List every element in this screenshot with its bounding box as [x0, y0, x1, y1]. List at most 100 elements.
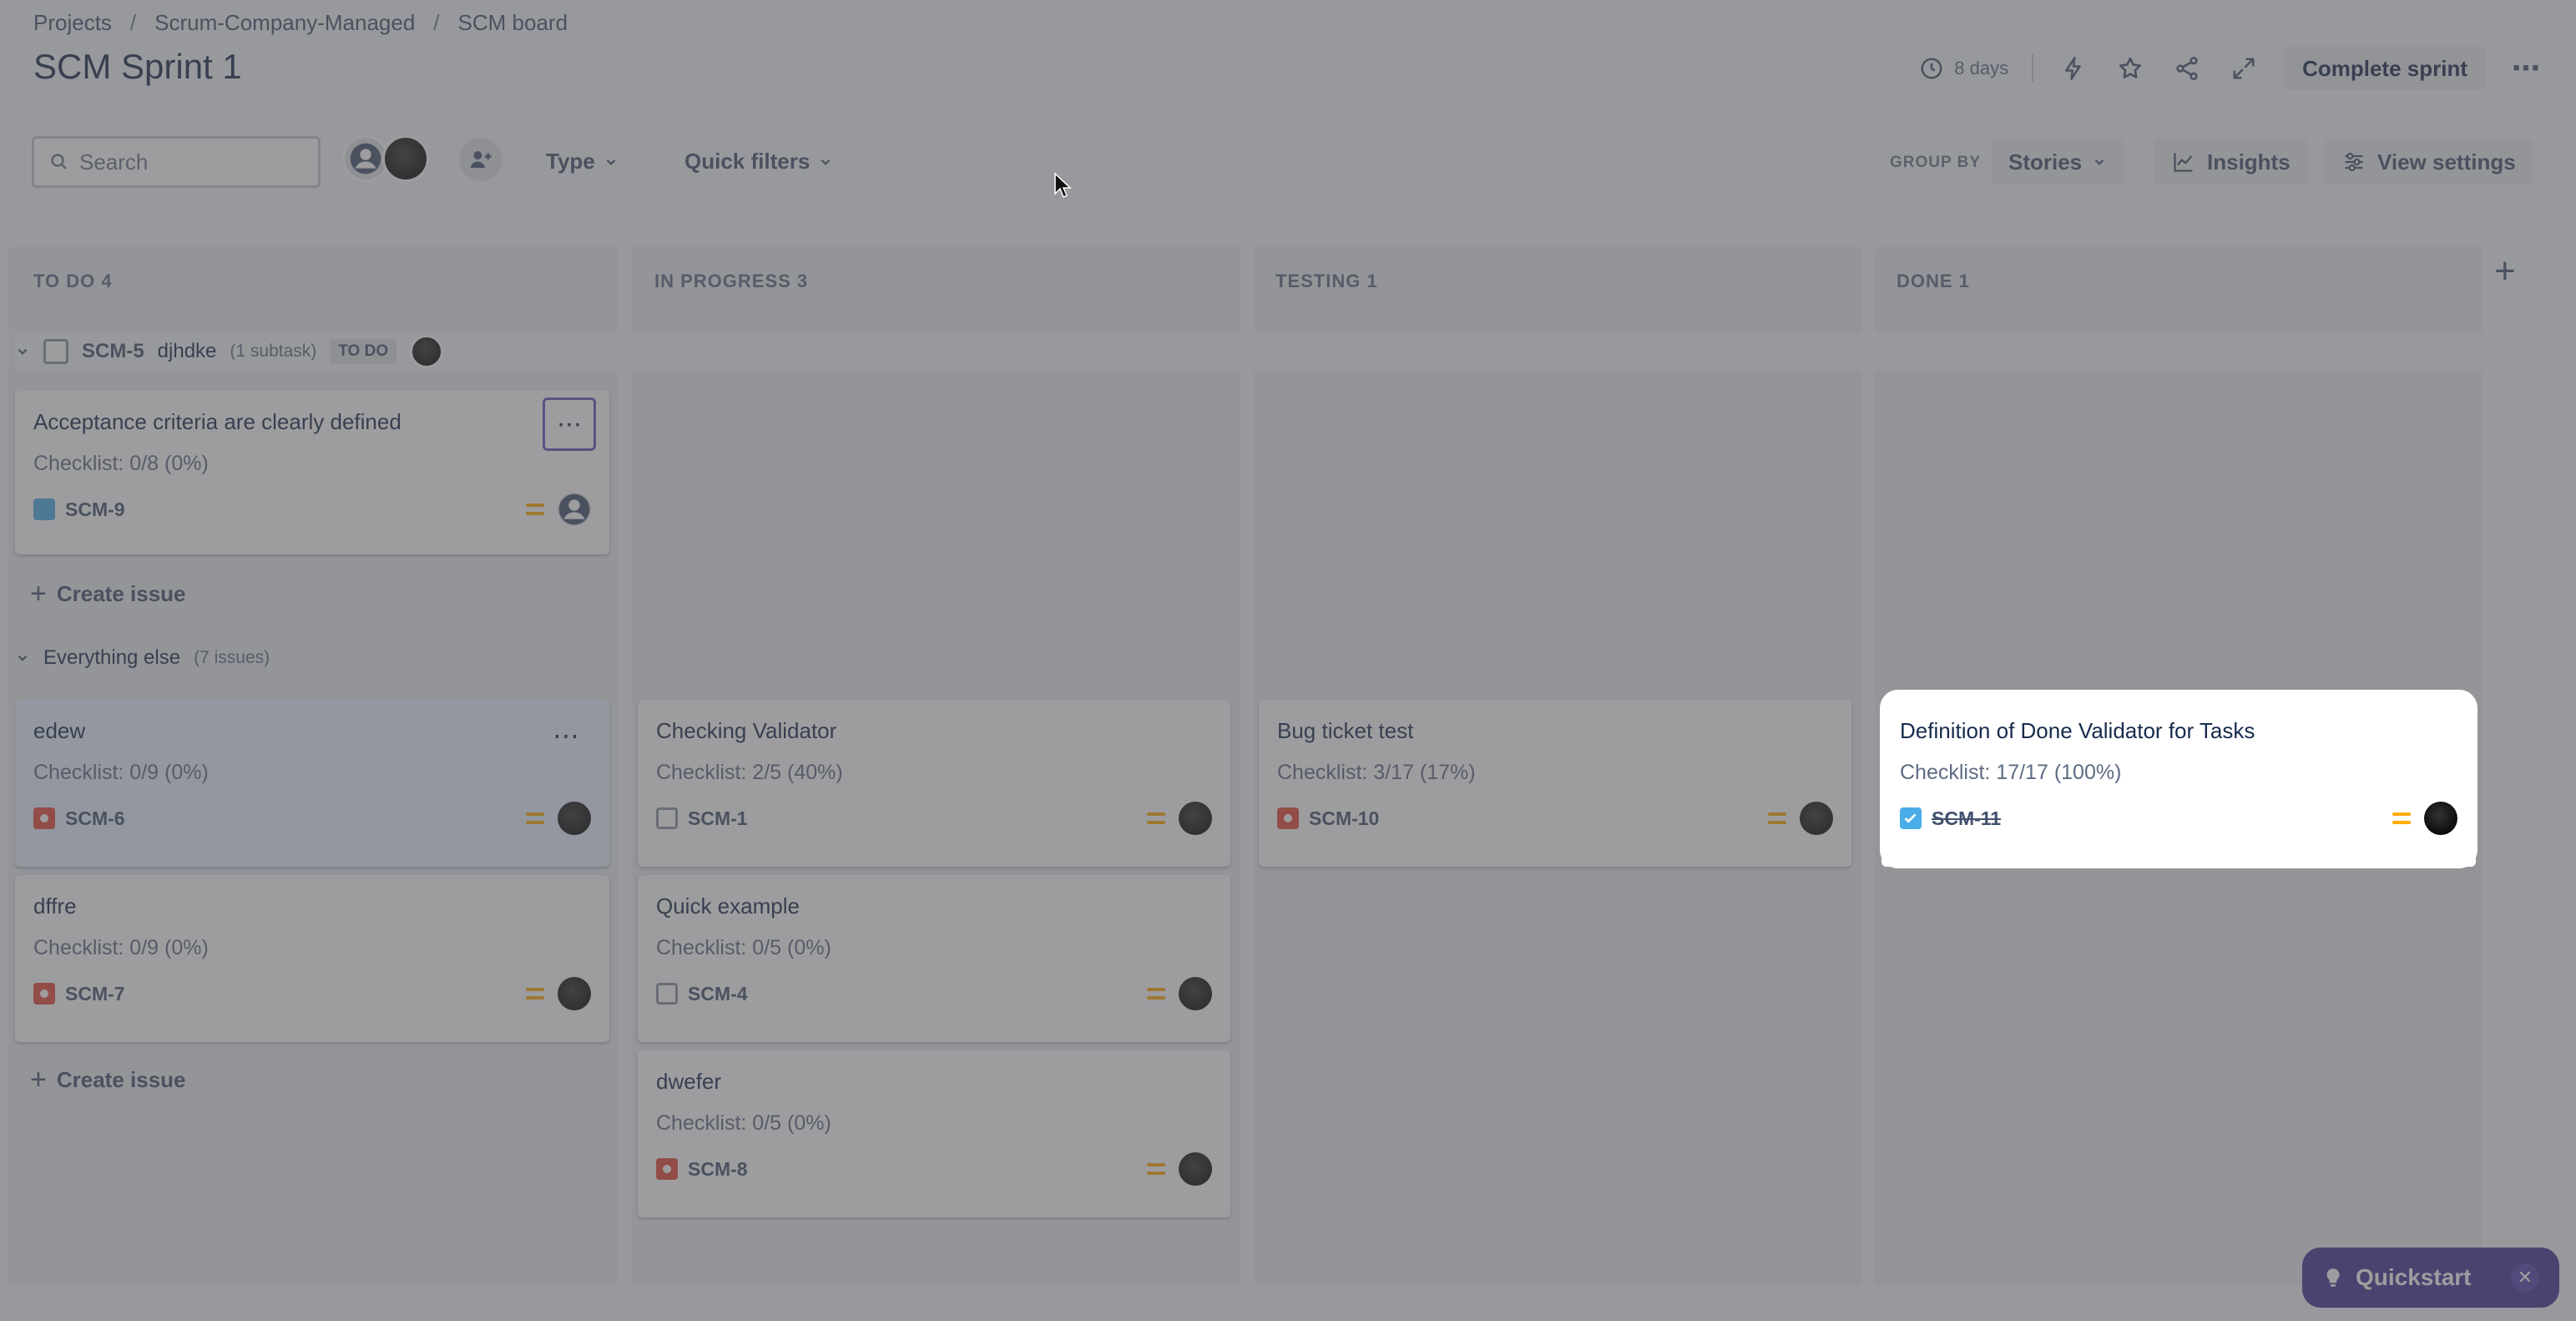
automation-button[interactable] [2057, 52, 2090, 85]
column-header-done: DONE 1 [1897, 271, 1970, 291]
issue-card-scm-4[interactable]: Quick example Checklist: 0/5 (0%) SCM-4 [638, 875, 1230, 1042]
card-title: Definition of Done Validator for Tasks [1900, 718, 2255, 743]
card-key: SCM-8 [688, 1157, 748, 1180]
chevron-down-icon [18, 348, 28, 355]
view-settings-button[interactable]: View settings [2324, 139, 2533, 185]
avatar[interactable] [1179, 977, 1212, 1010]
type-filter-label: Type [546, 149, 595, 174]
card-key: SCM-9 [65, 498, 125, 520]
story-type-icon [656, 807, 678, 829]
create-issue-button[interactable]: + Create issue [30, 578, 186, 610]
card-checklist: Checklist: 17/17 (100%) [1900, 761, 2122, 784]
avatar[interactable] [558, 802, 591, 835]
issue-card-scm-6[interactable]: edew Checklist: 0/9 (0%) SCM-6 [15, 700, 609, 867]
type-filter-dropdown[interactable]: Type [546, 149, 619, 175]
card-title: dwefer [656, 1069, 722, 1094]
search-input[interactable]: Search [32, 136, 321, 188]
chart-line-icon [2174, 153, 2193, 172]
story-subtask-count: (1 subtask) [230, 342, 317, 361]
story-name: djhdke [157, 340, 217, 362]
share-icon [2176, 57, 2198, 80]
priority-medium-icon [2392, 812, 2411, 824]
column-header-todo: TO DO 4 [33, 271, 113, 291]
add-people-button[interactable] [459, 138, 503, 181]
plus-icon: + [30, 578, 47, 610]
star-icon [2119, 57, 2142, 78]
card-checklist: Checklist: 2/5 (40%) [656, 761, 843, 784]
issue-card-scm-11[interactable]: Definition of Done Validator for Tasks C… [1881, 700, 2476, 867]
status-badge: TO DO [330, 339, 397, 364]
chevron-down-icon [606, 159, 616, 165]
insights-button[interactable]: Insights [2154, 139, 2307, 185]
avatar[interactable] [1800, 802, 1833, 835]
priority-medium-icon [526, 812, 544, 824]
card-key: SCM-10 [1309, 807, 1380, 829]
issue-card-scm-8[interactable]: dwefer Checklist: 0/5 (0%) SCM-8 [638, 1050, 1230, 1217]
priority-medium-icon [526, 988, 544, 1000]
card-title: edew [33, 718, 86, 743]
group-by-dropdown[interactable]: Stories [1992, 139, 2124, 185]
priority-medium-icon [1768, 812, 1786, 824]
complete-sprint-button[interactable]: Complete sprint [2284, 47, 2486, 90]
card-checklist: Checklist: 0/9 (0%) [33, 936, 209, 959]
card-actions-button[interactable]: ⋯ [553, 720, 579, 752]
swimlane-header-everything-else[interactable]: Everything else (7 issues) [15, 646, 270, 670]
priority-medium-icon [1147, 988, 1165, 1000]
quickstart-button[interactable]: Quickstart ✕ [2302, 1248, 2559, 1308]
bug-icon [33, 807, 55, 829]
swimlane-header-story[interactable]: SCM-5 djhdke (1 subtask) TO DO [15, 332, 2486, 371]
issue-card-scm-7[interactable]: dffre Checklist: 0/9 (0%) SCM-7 [15, 875, 609, 1042]
bug-icon [33, 983, 55, 1005]
more-icon: ⋯ [2512, 53, 2540, 84]
breadcrumb-separator: / [129, 10, 137, 35]
avatar[interactable] [1179, 1152, 1212, 1186]
issue-card-scm-9[interactable]: Acceptance criteria are clearly defined … [15, 391, 609, 554]
quick-filters-dropdown[interactable]: Quick filters [684, 149, 833, 175]
sprint-timer[interactable]: 8 days [1919, 56, 2008, 81]
card-checklist: Checklist: 0/9 (0%) [33, 761, 209, 784]
close-icon[interactable]: ✕ [2511, 1263, 2539, 1292]
add-column-button[interactable]: + [2494, 251, 2516, 292]
avatar[interactable] [2424, 802, 2457, 835]
priority-medium-icon [1147, 1163, 1165, 1175]
view-settings-label: View settings [2377, 149, 2516, 175]
card-actions-button[interactable]: ⋯ [543, 397, 596, 451]
issue-card-scm-1[interactable]: Checking Validator Checklist: 2/5 (40%) … [638, 700, 1230, 867]
more-actions-button[interactable]: ⋯ [2509, 52, 2543, 85]
insights-label: Insights [2207, 149, 2291, 175]
lightbulb-icon [2326, 1268, 2340, 1287]
chevron-down-icon [821, 159, 831, 165]
breadcrumb-board[interactable]: SCM board [458, 10, 568, 36]
clock-icon [1921, 58, 1942, 79]
divider [2032, 54, 2034, 83]
card-key: SCM-6 [65, 807, 125, 829]
card-checklist: Checklist: 3/17 (17%) [1277, 761, 1476, 784]
card-key: SCM-4 [688, 982, 748, 1005]
issue-card-scm-10[interactable]: Bug ticket test Checklist: 3/17 (17%) SC… [1259, 700, 1851, 867]
breadcrumb-project[interactable]: Scrum-Company-Managed [154, 10, 415, 36]
avatar[interactable] [1179, 802, 1212, 835]
unassigned-avatar[interactable] [558, 493, 591, 526]
subtask-icon [33, 499, 55, 520]
story-type-icon [656, 983, 678, 1005]
story-type-icon [43, 339, 68, 364]
more-icon: ⋯ [557, 410, 582, 438]
breadcrumb-projects[interactable]: Projects [33, 10, 112, 36]
share-button[interactable] [2170, 52, 2204, 85]
card-checklist: Checklist: 0/8 (0%) [33, 452, 209, 475]
expand-icon [2233, 58, 2255, 79]
chevron-down-icon [2094, 159, 2104, 165]
avatar[interactable] [382, 135, 429, 182]
avatar[interactable] [558, 977, 591, 1010]
card-key: SCM-7 [65, 982, 125, 1005]
story-key: SCM-5 [82, 340, 144, 362]
add-user-icon [470, 151, 492, 168]
create-issue-button[interactable]: + Create issue [30, 1064, 186, 1096]
create-issue-label: Create issue [56, 1067, 186, 1092]
fullscreen-button[interactable] [2227, 52, 2260, 85]
star-button[interactable] [2114, 52, 2147, 85]
days-remaining: 8 days [1954, 58, 2009, 78]
task-checkbox-icon [1900, 807, 1922, 829]
sprint-actions: 8 days Complete sprint ⋯ [1919, 47, 2543, 90]
avatar[interactable] [410, 335, 444, 368]
